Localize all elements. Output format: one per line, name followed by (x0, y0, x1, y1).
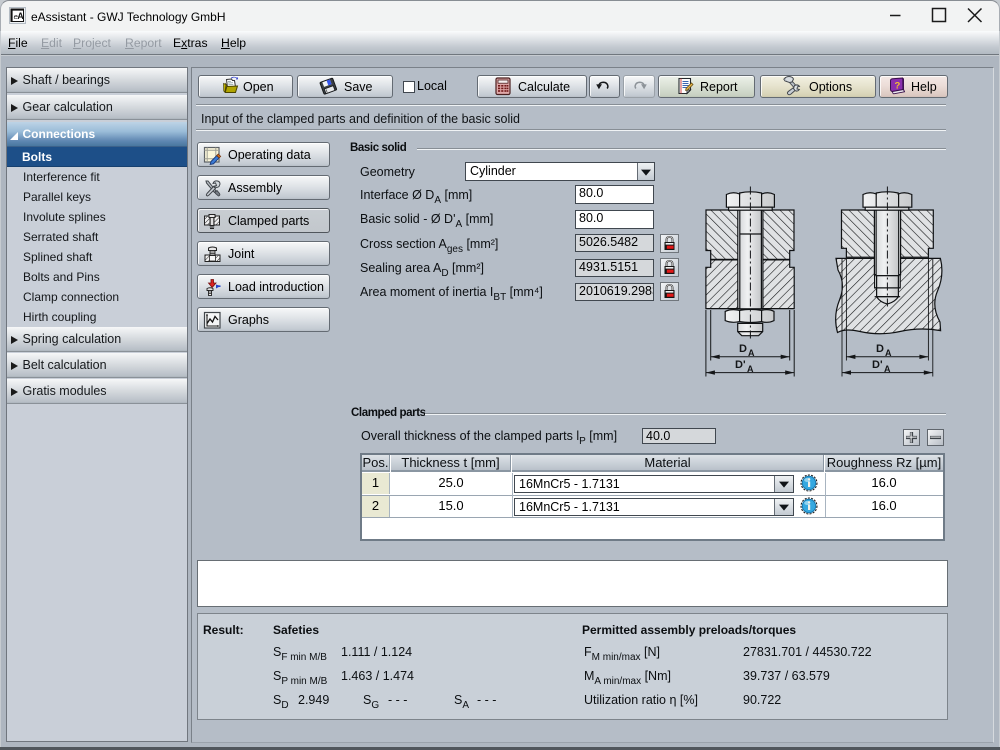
svg-text:?: ? (895, 81, 901, 92)
svg-text:A: A (884, 364, 891, 374)
svg-text:A: A (17, 11, 24, 21)
svg-text:D': D' (735, 359, 746, 371)
svg-text:A: A (885, 348, 892, 358)
svg-text:D: D (739, 343, 747, 355)
svg-text:A: A (747, 364, 754, 374)
svg-text:A: A (748, 348, 755, 358)
svg-text:D: D (876, 343, 884, 355)
svg-text:D': D' (872, 359, 883, 371)
